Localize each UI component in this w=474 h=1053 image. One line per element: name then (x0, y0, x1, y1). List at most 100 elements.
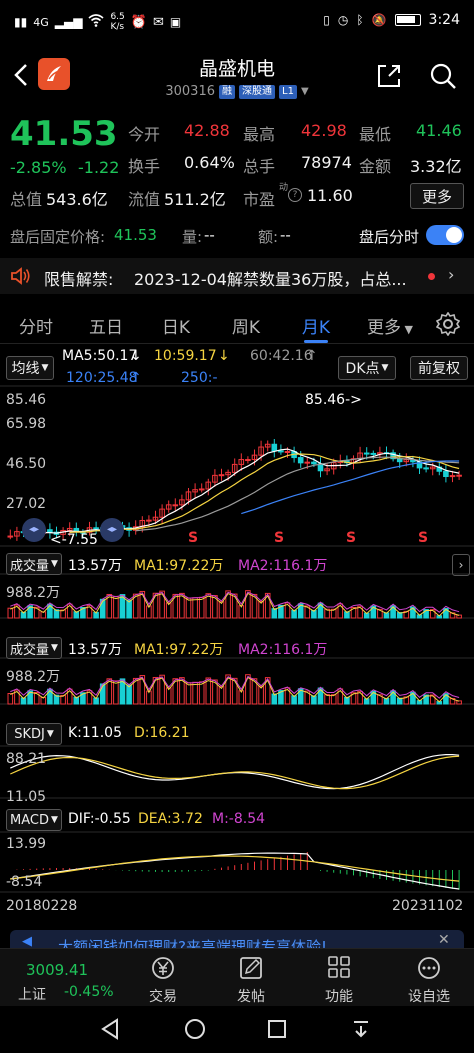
after-hours-amt-label: 额: (258, 228, 279, 246)
volume-bar (218, 686, 225, 705)
tab-active-indicator (304, 340, 328, 343)
settings-gear-icon[interactable] (435, 311, 461, 340)
index-widget[interactable]: 3009.41 上证 -0.45% (0, 949, 118, 1007)
tab-timeshare[interactable]: 分时 (8, 313, 64, 338)
candle-body (370, 452, 377, 455)
period-tabs: 分时 五日 日K 周K 月K 更多 ▼ (0, 304, 474, 344)
tab-five-day[interactable]: 五日 (78, 313, 134, 338)
macd-selector[interactable]: MACD ▼ (6, 809, 62, 831)
bottom-toolbar: 3009.41 上证 -0.45% 交易 发帖 功能 设自选 (0, 948, 474, 1006)
search-icon (430, 63, 456, 89)
trade-button[interactable]: 交易 (126, 955, 200, 1006)
promo-banner[interactable]: ◀ 大额闲钱如何理财?来高端理财专享体验! ✕ (10, 930, 464, 948)
close-icon[interactable]: ✕ (438, 932, 450, 948)
candle-body (278, 450, 284, 453)
macd-bars (10, 852, 460, 890)
chevron-right-icon[interactable]: › (452, 554, 470, 576)
more-circle-icon (418, 957, 440, 979)
skdj-selector[interactable]: SKDJ ▼ (6, 723, 62, 745)
network-label: 4G (33, 15, 49, 29)
timeshare-toggle[interactable] (426, 225, 464, 245)
skdj-d-line (10, 755, 460, 790)
kline-axis-top: 85.46 (6, 392, 47, 408)
candle-body (297, 457, 304, 464)
volume-bar (185, 682, 192, 705)
function-button[interactable]: 功能 (302, 955, 376, 1006)
volume-panel-1-selector[interactable]: 成交量 ▼ (6, 553, 62, 575)
bluetooth-icon: ᛒ (356, 13, 364, 27)
index-name: 上证 (18, 987, 46, 1003)
nav-home-icon[interactable] (184, 1018, 206, 1044)
notice-bar[interactable]: 限售解禁: 2023-12-04解禁数量36万股，占总... › (0, 258, 474, 294)
skdj-axis-bottom: 11.05 (6, 789, 47, 805)
after-hours-price: 41.53 (114, 226, 157, 244)
volume-bar (165, 687, 172, 705)
volume-panel-2-selector[interactable]: 成交量 ▼ (6, 637, 62, 659)
volume-bar (198, 681, 205, 705)
speaker-icon (10, 266, 32, 290)
candle-body (245, 459, 251, 462)
dropdown-icon[interactable]: ▼ (301, 86, 309, 97)
macd-dif-line (10, 852, 460, 890)
chart-area[interactable]: 均线 ▼ MA5:50.17 ↓ 10:59.17 ↓ 60:42.16 ↑ 12… (0, 346, 474, 926)
volume-2-axis-top: 988.2万 (6, 669, 61, 685)
silent-icon: 🔕 (371, 13, 387, 27)
edit-icon (240, 957, 262, 979)
volume-1-axis-top: 988.2万 (6, 585, 61, 601)
after-hours-qty: -- (204, 226, 215, 244)
volume-bar (258, 685, 264, 705)
dk-bubble-icon-2[interactable]: ◂▸ (100, 518, 124, 542)
skdj-axis-top: 88.21 (6, 751, 47, 767)
float-value: 511.2亿 (164, 190, 226, 209)
volume-value: 78974 (301, 153, 352, 172)
tab-week-k[interactable]: 周K (218, 313, 274, 338)
volume-bar (456, 614, 462, 619)
change-percent: -2.85% (10, 158, 67, 177)
index-value: 3009.41 (26, 961, 89, 979)
high-marker-label: 85.46-> (305, 392, 362, 408)
low-marker-label: <-7.55 (50, 532, 98, 548)
system-nav-bar (0, 1006, 474, 1053)
caret-down-icon: ▼ (401, 323, 413, 336)
info-icon[interactable]: ? (288, 188, 302, 202)
candle-body (311, 461, 317, 465)
macd-dif: DIF:-0.55 (68, 811, 131, 827)
candle-body (363, 452, 370, 455)
candle-body (146, 519, 152, 522)
candle-body (423, 467, 429, 470)
volume-bar (7, 693, 14, 705)
image-icon: ▣ (169, 15, 182, 29)
tab-day-k[interactable]: 日K (148, 313, 204, 338)
kline-chart[interactable] (0, 346, 474, 926)
signal-icon: ▂▄▆ (54, 15, 83, 29)
chevron-right-icon: › (448, 265, 455, 284)
watchlist-button[interactable]: 设自选 (392, 955, 466, 1006)
volume-1-ma2: MA2:116.1万 (238, 558, 328, 574)
volume-bar (258, 600, 264, 619)
nav-recents-icon[interactable] (266, 1018, 288, 1044)
notice-title: 限售解禁: (44, 270, 114, 289)
dk-bubble-icon[interactable]: ◂▸ (22, 518, 46, 542)
stock-code: 300316 (165, 84, 215, 99)
last-price: 41.53 (10, 114, 118, 154)
nav-back-icon[interactable] (100, 1018, 122, 1044)
turnover-label: 换手 (128, 157, 161, 176)
share-button[interactable] (373, 60, 405, 92)
pe-superscript: 动 (279, 183, 289, 193)
yen-circle-icon (152, 957, 174, 979)
tab-month-k[interactable]: 月K (288, 313, 344, 338)
post-button[interactable]: 发帖 (214, 955, 288, 1006)
notice-text: 2023-12-04解禁数量36万股，占总... (134, 270, 407, 289)
nav-hide-icon[interactable] (350, 1018, 372, 1044)
megaphone-icon: ◀ (22, 934, 32, 948)
after-hours-qty-label: 量: (182, 228, 203, 246)
more-quote-button[interactable]: 更多 (410, 183, 464, 209)
tab-more[interactable]: 更多 ▼ (360, 313, 420, 338)
candle-body (271, 443, 278, 452)
search-button[interactable] (426, 60, 460, 92)
clock-alarm-icon: ⏰ (130, 14, 147, 30)
pe-label: 市盈 (243, 190, 276, 209)
volume-bar (7, 607, 14, 619)
margin-badge: 融 (219, 84, 235, 99)
open-value: 42.88 (184, 121, 230, 140)
